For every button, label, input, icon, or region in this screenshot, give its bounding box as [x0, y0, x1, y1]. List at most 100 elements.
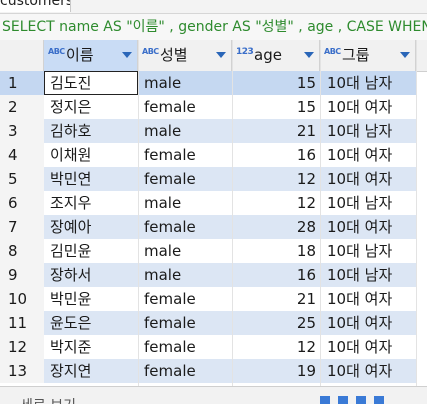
cell-name[interactable]: 김민윤: [44, 239, 138, 263]
table-row[interactable]: 6 조지우 male 12 10대 남자: [0, 191, 427, 215]
cell-age[interactable]: 18: [232, 239, 320, 263]
cell-name[interactable]: 박민연: [44, 167, 138, 191]
cell-gender[interactable]: female: [138, 359, 232, 383]
text-type-icon: ABC: [48, 47, 65, 56]
cell-group[interactable]: 10대 남자: [320, 191, 416, 215]
cell-name[interactable]: 박민윤: [44, 287, 138, 311]
column-header-name[interactable]: ABC 이름: [44, 40, 138, 71]
column-divider: [232, 40, 233, 386]
cell-group[interactable]: 10대 남자: [320, 239, 416, 263]
table-row[interactable]: 9 장하서 male 16 10대 남자: [0, 263, 427, 287]
cell-age[interactable]: 15: [232, 95, 320, 119]
row-number: 5: [0, 167, 44, 191]
column-divider: [416, 40, 417, 386]
column-header-gender[interactable]: ABC 성별: [138, 40, 232, 71]
editor-tab-bar: customers 1: [0, 0, 427, 14]
table-row[interactable]: 7 장예아 female 28 10대 여자: [0, 215, 427, 239]
cell-name[interactable]: 이채원: [44, 143, 138, 167]
cell-name[interactable]: 정지은: [44, 95, 138, 119]
column-header-age[interactable]: 123 age: [232, 40, 320, 71]
sort-dropdown-icon[interactable]: [304, 52, 314, 58]
number-type-icon: 123: [236, 47, 254, 57]
table-row[interactable]: 12 박지준 female 12 10대 여자: [0, 335, 427, 359]
row-number: 3: [0, 119, 44, 143]
cell-group[interactable]: 10대 남자: [320, 263, 416, 287]
cell-age[interactable]: 19: [232, 359, 320, 383]
row-number: 13: [0, 359, 44, 383]
row-number: 12: [0, 335, 44, 359]
table-row[interactable]: 2 정지은 female 15 10대 여자: [0, 95, 427, 119]
row-number: 2: [0, 95, 44, 119]
cell-gender[interactable]: female: [138, 95, 232, 119]
cell-group[interactable]: 10대 남자: [320, 71, 416, 95]
cell-gender[interactable]: male: [138, 191, 232, 215]
cell-name[interactable]: 조지우: [44, 191, 138, 215]
row-number-header[interactable]: [0, 40, 44, 71]
column-divider: [138, 40, 139, 386]
table-row[interactable]: 4 이채원 female 16 10대 여자: [0, 143, 427, 167]
column-header-label: 성별: [160, 46, 188, 64]
table-row[interactable]: 13 장지연 female 19 10대 여자: [0, 359, 427, 383]
sql-query-text[interactable]: SELECT name AS "이름" , gender AS "성별" , a…: [0, 14, 427, 41]
cell-group[interactable]: 10대 여자: [320, 167, 416, 191]
cell-group[interactable]: 10대 여자: [320, 143, 416, 167]
row-number: 11: [0, 311, 44, 335]
row-number: 6: [0, 191, 44, 215]
table-row[interactable]: 1 김도진 male 15 10대 남자: [0, 71, 427, 95]
cell-name[interactable]: 김도진: [44, 71, 138, 95]
cell-age[interactable]: 21: [232, 287, 320, 311]
text-type-icon: ABC: [324, 47, 341, 56]
table-row[interactable]: 5 박민연 female 12 10대 여자: [0, 167, 427, 191]
row-number: 8: [0, 239, 44, 263]
cell-name[interactable]: 박지준: [44, 335, 138, 359]
cell-age[interactable]: 12: [232, 191, 320, 215]
cell-name[interactable]: 김하호: [44, 119, 138, 143]
cell-age[interactable]: 25: [232, 311, 320, 335]
row-number: 4: [0, 143, 44, 167]
cell-name[interactable]: 장예아: [44, 215, 138, 239]
cell-gender[interactable]: male: [138, 263, 232, 287]
results-tab[interactable]: customers 1: [0, 0, 71, 12]
cell-age[interactable]: 12: [232, 167, 320, 191]
cell-name[interactable]: 윤도은: [44, 311, 138, 335]
cell-gender[interactable]: male: [138, 239, 232, 263]
cell-gender[interactable]: female: [138, 287, 232, 311]
cell-group[interactable]: 10대 여자: [320, 311, 416, 335]
cell-name[interactable]: 장하서: [44, 263, 138, 287]
sort-dropdown-icon[interactable]: [216, 52, 226, 58]
cell-age[interactable]: 15: [232, 71, 320, 95]
cell-group[interactable]: 10대 여자: [320, 215, 416, 239]
cell-group[interactable]: 10대 여자: [320, 335, 416, 359]
cell-gender[interactable]: male: [138, 119, 232, 143]
cell-age[interactable]: 28: [232, 215, 320, 239]
cell-age[interactable]: 21: [232, 119, 320, 143]
cell-age[interactable]: 12: [232, 335, 320, 359]
cell-group[interactable]: 10대 여자: [320, 359, 416, 383]
column-header-label: 이름: [66, 46, 94, 64]
sort-dropdown-icon[interactable]: [400, 52, 410, 58]
table-row[interactable]: 8 김민윤 male 18 10대 남자: [0, 239, 427, 263]
cell-gender[interactable]: female: [138, 167, 232, 191]
cell-group[interactable]: 10대 여자: [320, 287, 416, 311]
column-header-group[interactable]: ABC 그룹: [320, 40, 416, 71]
cell-gender[interactable]: male: [138, 71, 232, 95]
row-number: 9: [0, 263, 44, 287]
table-row[interactable]: 10 박민윤 female 21 10대 여자: [0, 287, 427, 311]
table-row[interactable]: 3 김하호 male 21 10대 남자: [0, 119, 427, 143]
cell-age[interactable]: 16: [232, 263, 320, 287]
sort-dropdown-icon[interactable]: [122, 52, 132, 58]
cell-gender[interactable]: female: [138, 143, 232, 167]
cell-gender[interactable]: female: [138, 215, 232, 239]
text-type-icon: ABC: [142, 47, 159, 56]
column-header-label: 그룹: [342, 46, 370, 64]
row-number: 1: [0, 71, 44, 95]
table-row[interactable]: 11 윤도은 female 25 10대 여자: [0, 311, 427, 335]
cell-group[interactable]: 10대 남자: [320, 119, 416, 143]
cell-age[interactable]: 16: [232, 143, 320, 167]
row-number: 7: [0, 215, 44, 239]
cell-gender[interactable]: female: [138, 311, 232, 335]
cell-gender[interactable]: female: [138, 335, 232, 359]
cell-group[interactable]: 10대 여자: [320, 95, 416, 119]
column-header-label: age: [254, 46, 282, 64]
cell-name[interactable]: 장지연: [44, 359, 138, 383]
